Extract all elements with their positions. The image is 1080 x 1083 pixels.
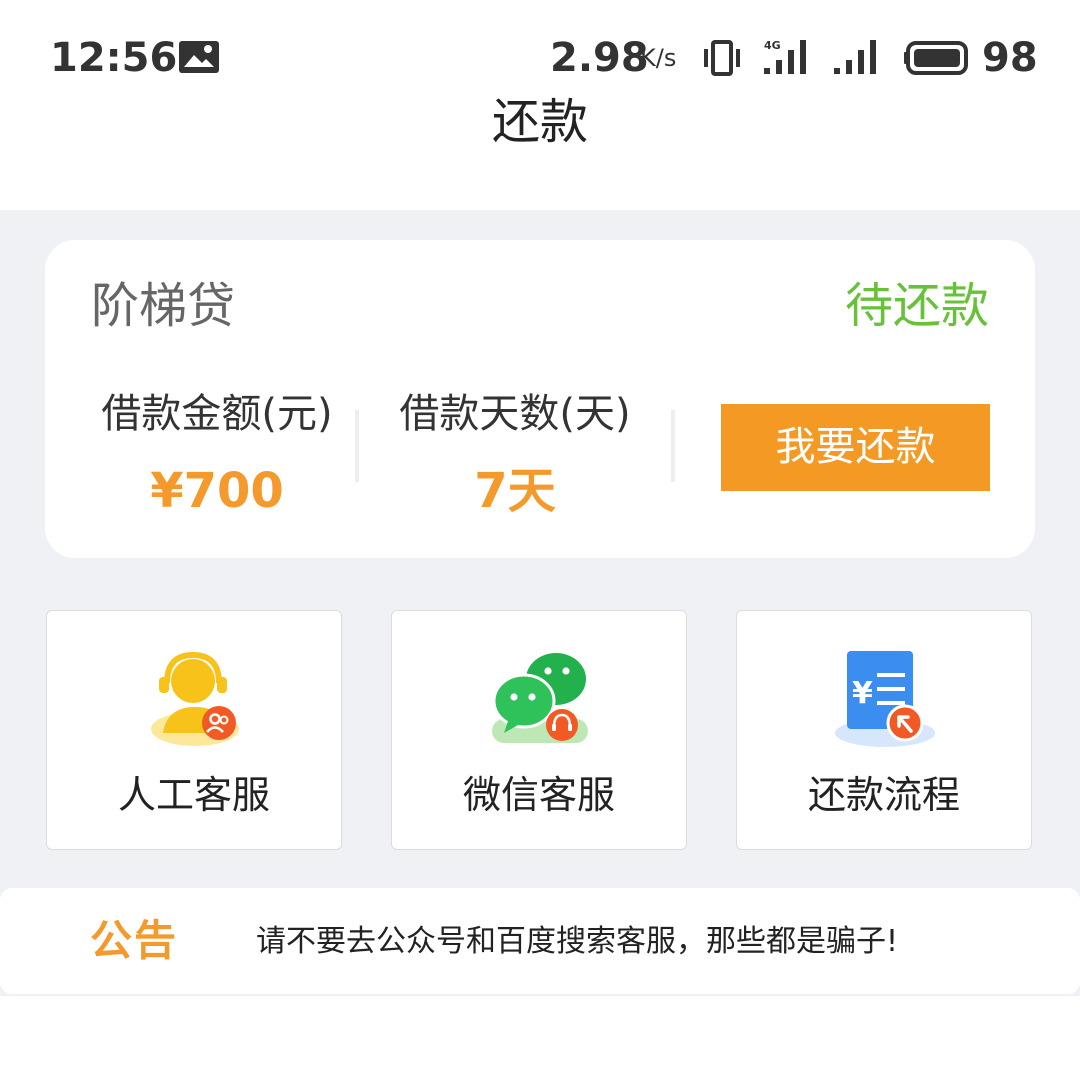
network-speed: 2.98 xyxy=(550,35,649,81)
service-tile-wechat[interactable]: 微信客服 xyxy=(391,610,687,850)
network-speed-unit: K/s xyxy=(640,44,677,72)
divider xyxy=(355,410,359,482)
signal-type-label: 4G xyxy=(764,39,781,52)
divider xyxy=(671,410,675,482)
page-title: 还款 xyxy=(491,94,588,150)
loan-amount-label: 借款金额(元) xyxy=(101,391,333,437)
service-tile-customer-service[interactable]: 人工客服 xyxy=(46,610,342,850)
repayment-process-icon: ¥ xyxy=(835,651,935,747)
status-bar: 12:56 2.98 K/s 4G 98 xyxy=(0,0,1080,100)
vibrate-icon xyxy=(704,40,740,76)
status-time: 12:56 xyxy=(50,35,178,81)
loan-status-badge: 待还款 xyxy=(844,278,989,334)
customer-service-icon xyxy=(151,651,239,746)
service-label: 还款流程 xyxy=(807,773,960,817)
loan-days-block: 借款天数(天) 7天 xyxy=(365,386,665,526)
signal-4g-icon: 4G xyxy=(764,39,806,74)
service-label: 微信客服 xyxy=(462,773,615,817)
battery-level: 98 xyxy=(982,35,1038,81)
loan-days-label: 借款天数(天) xyxy=(399,391,631,437)
service-tile-repayment-process[interactable]: ¥ 还款流程 xyxy=(736,610,1032,850)
announcement-bar: 公告 请不要去公众号和百度搜索客服，那些都是骗子! xyxy=(0,888,1080,994)
repay-button[interactable]: 我要还款 xyxy=(721,404,990,491)
loan-amount-value: ¥700 xyxy=(150,463,284,519)
loan-amount-block: 借款金额(元) ¥700 xyxy=(67,386,367,526)
loan-card: 阶梯贷 待还款 借款金额(元) ¥700 借款天数(天) 7天 我要还款 xyxy=(45,240,1035,558)
product-name: 阶梯贷 xyxy=(91,278,236,334)
svg-text:¥: ¥ xyxy=(852,676,873,711)
signal-bars-icon xyxy=(834,40,876,74)
service-label: 人工客服 xyxy=(117,773,270,817)
battery-icon xyxy=(904,41,968,75)
announcement-text: 请不要去公众号和百度搜索客服，那些都是骗子! xyxy=(256,924,899,959)
loan-days-value: 7天 xyxy=(474,463,556,519)
announcement-tag: 公告 xyxy=(90,916,179,965)
gallery-notification-icon xyxy=(179,41,219,73)
wechat-icon xyxy=(492,653,588,743)
